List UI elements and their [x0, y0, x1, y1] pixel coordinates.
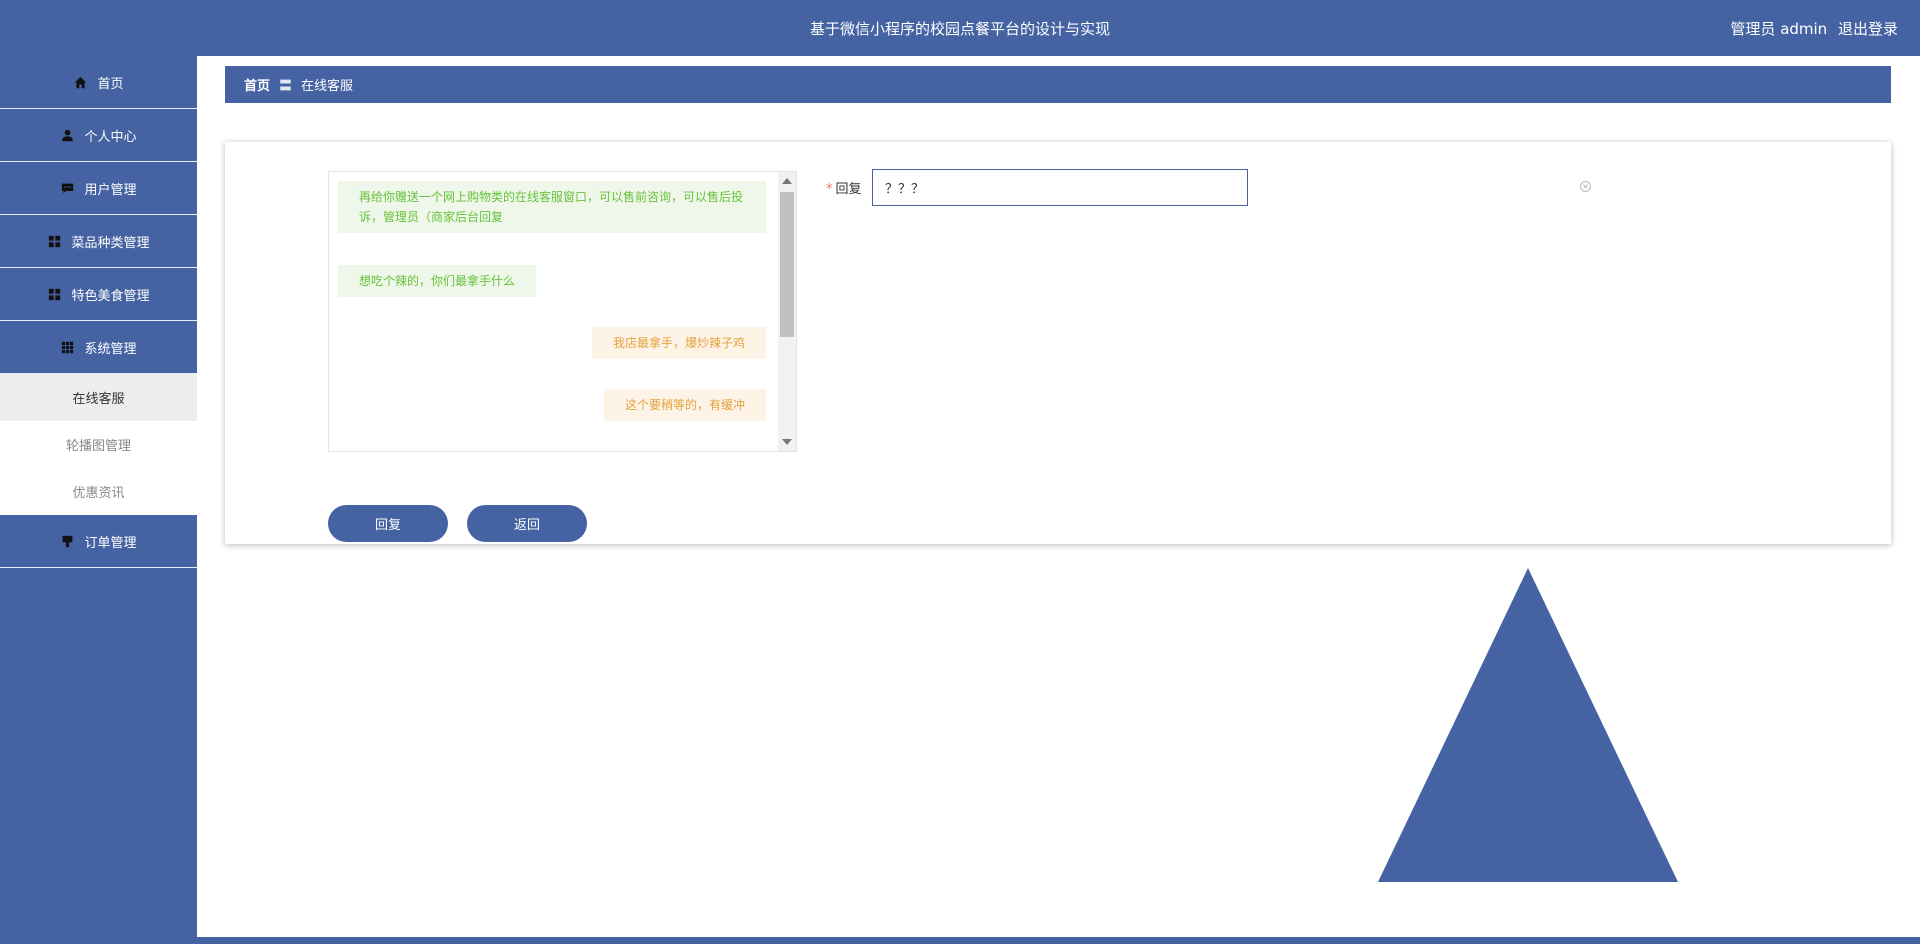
- breadcrumb: 首页 〓 在线客服: [225, 66, 1891, 103]
- back-button[interactable]: 返回: [467, 505, 587, 542]
- order-icon: [60, 534, 74, 548]
- scroll-up-arrow-icon[interactable]: [782, 178, 792, 184]
- sidebar-item-label: 首页: [97, 76, 124, 92]
- apps-icon: [60, 340, 74, 354]
- chat-card: 再给你赠送一个网上购物类的在线客服窗口，可以售前咨询，可以售后投诉，管理员（商家…: [225, 142, 1891, 544]
- required-mark: *: [826, 182, 833, 197]
- sidebar-item-special-food[interactable]: 特色美食管理: [0, 268, 197, 321]
- breadcrumb-separator: 〓: [279, 79, 293, 94]
- user-label: 管理员 admin: [1730, 20, 1828, 38]
- chat-message-admin: 我店最拿手，爆炒辣子鸡: [591, 327, 766, 359]
- sidebar-item-users[interactable]: 用户管理: [0, 162, 197, 215]
- logout-link[interactable]: 退出登录: [1838, 20, 1898, 38]
- app-title: 基于微信小程序的校园点餐平台的设计与实现: [809, 20, 1110, 38]
- sidebar-item-label: 个人中心: [84, 129, 137, 145]
- submenu-item-online-service[interactable]: 在线客服: [0, 374, 197, 421]
- scroll-down-arrow-icon[interactable]: [782, 439, 792, 445]
- breadcrumb-home[interactable]: 首页: [244, 75, 270, 94]
- sidebar-item-profile[interactable]: 个人中心: [0, 109, 197, 162]
- chat-scrollbar[interactable]: [778, 172, 796, 451]
- sidebar-item-dish-categories[interactable]: 菜品种类管理: [0, 215, 197, 268]
- user-area: 管理员 admin 退出登录: [1724, 18, 1898, 39]
- reply-button[interactable]: 回复: [328, 505, 448, 542]
- bottom-bar: [197, 937, 1920, 944]
- clear-icon[interactable]: ×: [1580, 181, 1591, 192]
- home-icon: [73, 75, 87, 89]
- reply-label: * 回复: [826, 178, 862, 197]
- sidebar-item-label: 订单管理: [84, 535, 137, 551]
- sidebar-item-label: 特色美食管理: [71, 288, 150, 304]
- sidebar: 首页 个人中心 用户管理 菜品种类管理 特色美食管理 系统管理 在线客服 轮播图…: [0, 56, 197, 944]
- reply-input[interactable]: [872, 169, 1248, 206]
- sidebar-item-home[interactable]: 首页: [0, 56, 197, 109]
- system-submenu: 在线客服 轮播图管理 优惠资讯: [0, 374, 197, 515]
- decorative-triangle: [1378, 568, 1678, 882]
- submenu-item-carousel[interactable]: 轮播图管理: [0, 421, 197, 468]
- reply-label-text: 回复: [835, 182, 862, 197]
- chat-message-customer: 再给你赠送一个网上购物类的在线客服窗口，可以售前咨询，可以售后投诉，管理员（商家…: [338, 181, 766, 233]
- breadcrumb-current: 在线客服: [301, 79, 354, 94]
- sidebar-item-label: 菜品种类管理: [71, 235, 150, 251]
- chat-history[interactable]: 再给你赠送一个网上购物类的在线客服窗口，可以售前咨询，可以售后投诉，管理员（商家…: [328, 171, 797, 452]
- sidebar-item-system[interactable]: 系统管理: [0, 321, 197, 374]
- chat-icon: [60, 181, 74, 195]
- submenu-item-promotions[interactable]: 优惠资讯: [0, 468, 197, 515]
- scrollbar-thumb[interactable]: [780, 192, 794, 337]
- grid-icon: [47, 287, 61, 301]
- sidebar-item-label: 用户管理: [84, 182, 137, 198]
- chat-message-customer: 想吃个辣的，你们最拿手什么: [338, 265, 537, 297]
- sidebar-item-orders[interactable]: 订单管理: [0, 515, 197, 568]
- top-header: 基于微信小程序的校园点餐平台的设计与实现 管理员 admin 退出登录: [0, 0, 1920, 56]
- sidebar-item-label: 系统管理: [84, 341, 137, 357]
- grid-icon: [47, 234, 61, 248]
- chat-message-admin: 这个要稍等的，有缓冲: [603, 389, 766, 421]
- user-icon: [60, 128, 74, 142]
